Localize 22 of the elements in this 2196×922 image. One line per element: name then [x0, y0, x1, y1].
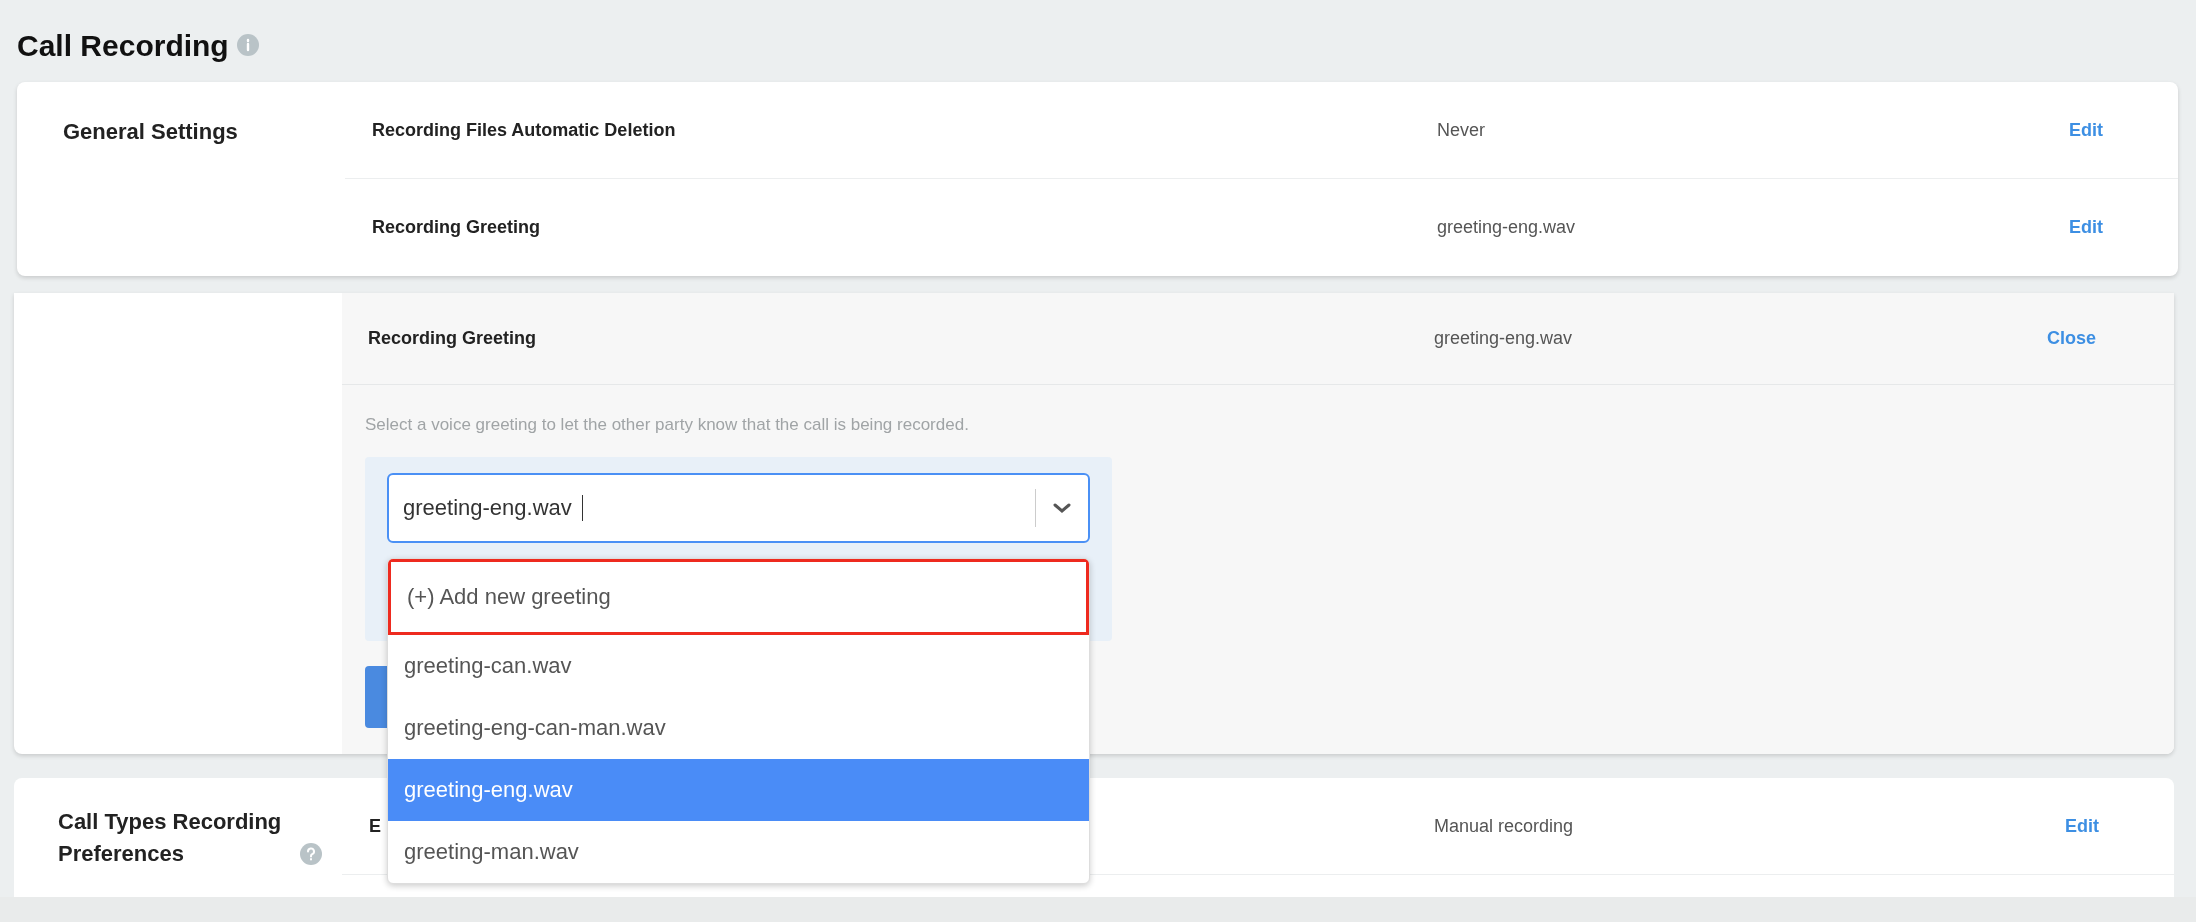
dropdown-option[interactable]: (+) Add new greeting	[388, 558, 1089, 635]
text-cursor	[581, 494, 583, 521]
help-icon	[300, 843, 322, 865]
setting-label: Recording Greeting	[371, 216, 542, 239]
info-icon	[236, 34, 259, 56]
setting-value: Never	[1437, 118, 1486, 142]
setting-label: E	[368, 814, 382, 838]
select-value: greeting-eng.wav	[402, 494, 572, 522]
greeting-select[interactable]: greeting-eng.wav	[387, 472, 1090, 543]
section-heading: Call Types Recording Preferences	[58, 808, 283, 868]
dropdown-option[interactable]: greeting-can.wav	[388, 634, 1089, 697]
description-text: Select a voice greeting to let the other party know that the call is being recorded.	[364, 414, 970, 436]
setting-value: Manual recording	[1434, 814, 1575, 838]
setting-label: Recording Files Automatic Deletion	[371, 118, 677, 142]
section-heading: General Settings	[63, 119, 238, 144]
setting-value: greeting-eng.wav	[1437, 216, 1577, 239]
setting-value: greeting-eng.wav	[1434, 327, 1574, 350]
dropdown-option[interactable]: greeting-eng-can-man.wav	[388, 696, 1089, 759]
setting-label: Recording Greeting	[367, 327, 538, 350]
chevron-down-icon[interactable]	[1052, 501, 1072, 514]
dropdown-option[interactable]: greeting-man.wav	[388, 820, 1089, 883]
page-title: Call Recording	[17, 27, 229, 64]
